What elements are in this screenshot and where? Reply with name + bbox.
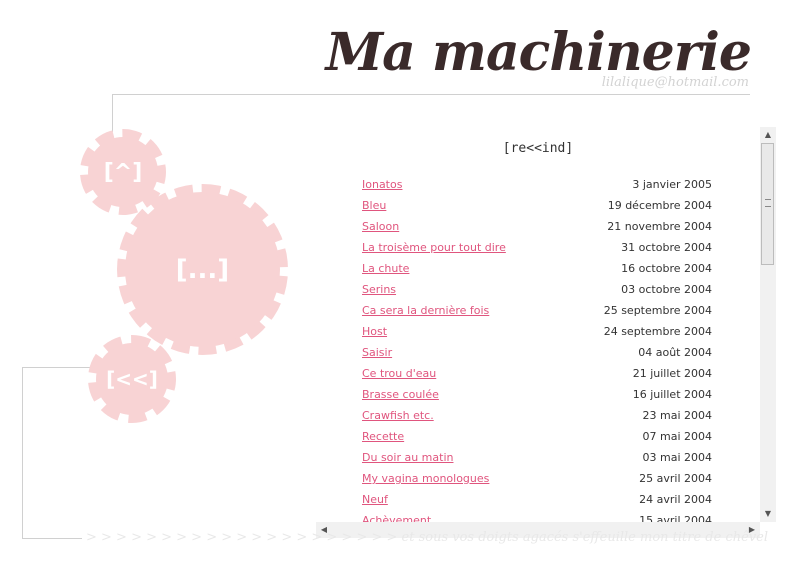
footer-tagline: > > > > > > > > > > > > > > > > > > > > … <box>86 530 768 545</box>
top-gear-button[interactable]: [^] <box>80 129 166 215</box>
frame-line-connector <box>22 367 92 368</box>
entry-date: 04 août 2004 <box>638 346 712 359</box>
entry-title-link[interactable]: Neuf <box>362 493 388 514</box>
scroll-thumb[interactable] <box>761 143 774 265</box>
entry-date: 24 avril 2004 <box>639 493 712 506</box>
entry-title-link[interactable]: Saisir <box>362 346 392 367</box>
list-item: Host 24 septembre 2004 <box>362 325 712 346</box>
entry-date: 24 septembre 2004 <box>603 325 712 338</box>
entry-title-link[interactable]: Crawfish etc. <box>362 409 434 430</box>
entry-date: 19 décembre 2004 <box>607 199 712 212</box>
email-address[interactable]: lilalique@hotmail.com <box>602 75 749 90</box>
back-gear-label: [<<] <box>106 367 158 391</box>
content-panel: [re<<ind] Ionatos 3 janvier 2005 Bleu 19 dé… <box>316 127 760 522</box>
site-title: Ma machinerie <box>325 22 752 83</box>
entry-date: 3 janvier 2005 <box>632 178 712 191</box>
grip-icon <box>765 199 771 207</box>
entry-title-link[interactable]: Brasse coulée <box>362 388 439 409</box>
entry-date: 25 avril 2004 <box>639 472 712 485</box>
list-item: Achèvement 15 avril 2004 <box>362 514 712 522</box>
main-gear: [...] <box>117 184 288 355</box>
section-heading: [re<<ind] <box>502 141 574 156</box>
list-item: Bleu 19 décembre 2004 <box>362 199 712 220</box>
entry-date: 07 mai 2004 <box>642 430 713 443</box>
list-item: Saisir 04 août 2004 <box>362 346 712 367</box>
frame-line-left-upper <box>112 94 113 132</box>
entry-date: 23 mai 2004 <box>642 409 713 422</box>
entry-date: 03 octobre 2004 <box>621 283 712 296</box>
frame-line-top <box>112 94 750 95</box>
scroll-down-arrow-icon[interactable]: ▼ <box>760 506 776 522</box>
entry-title-link[interactable]: Serins <box>362 283 396 304</box>
list-item: La troisème pour tout dire 31 octobre 200… <box>362 241 712 262</box>
entry-date: 31 octobre 2004 <box>621 241 712 254</box>
list-item: Ionatos 3 janvier 2005 <box>362 178 712 199</box>
entry-title-link[interactable]: La troisème pour tout dire <box>362 241 506 262</box>
list-item: Du soir au matin 03 mai 2004 <box>362 451 712 472</box>
list-item: Brasse coulée 16 juillet 2004 <box>362 388 712 409</box>
entry-date: 16 octobre 2004 <box>621 262 712 275</box>
entry-date: 21 juillet 2004 <box>632 367 712 380</box>
entry-title-link[interactable]: Host <box>362 325 387 346</box>
entry-title-link[interactable]: Recette <box>362 430 404 451</box>
entry-date: 03 mai 2004 <box>642 451 713 464</box>
entry-title-link[interactable]: Achèvement <box>362 514 431 522</box>
list-item: Saloon 21 novembre 2004 <box>362 220 712 241</box>
entry-title-link[interactable]: Saloon <box>362 220 399 241</box>
entry-date: 21 novembre 2004 <box>607 220 712 233</box>
entry-title-link[interactable]: My vagina monologues <box>362 472 489 493</box>
entry-title-link[interactable]: Bleu <box>362 199 386 220</box>
list-item: Neuf 24 avril 2004 <box>362 493 712 514</box>
top-gear-label: [^] <box>103 159 143 185</box>
entry-date: 25 septembre 2004 <box>603 304 712 317</box>
entry-title-link[interactable]: Ionatos <box>362 178 402 199</box>
list-item: Ce trou d'eau 21 juillet 2004 <box>362 367 712 388</box>
list-item: Serins 03 octobre 2004 <box>362 283 712 304</box>
list-item: Ca sera la dernière fois 25 septembre 200… <box>362 304 712 325</box>
frame-line-bottom <box>22 538 82 539</box>
scroll-up-arrow-icon[interactable]: ▲ <box>760 127 776 143</box>
back-gear-button[interactable]: [<<] <box>88 335 176 423</box>
main-gear-label: [...] <box>175 254 230 285</box>
entry-title-link[interactable]: Ca sera la dernière fois <box>362 304 489 325</box>
list-item: My vagina monologues 25 avril 2004 <box>362 472 712 493</box>
vertical-scrollbar[interactable]: ▲ ▼ <box>760 127 776 522</box>
entry-title-link[interactable]: Ce trou d'eau <box>362 367 436 388</box>
entry-title-link[interactable]: La chute <box>362 262 409 283</box>
entry-date: 16 juillet 2004 <box>632 388 712 401</box>
list-item: Recette 07 mai 2004 <box>362 430 712 451</box>
list-item: Crawfish etc. 23 mai 2004 <box>362 409 712 430</box>
list-item: La chute 16 octobre 2004 <box>362 262 712 283</box>
entry-list: Ionatos 3 janvier 2005 Bleu 19 décembre 200… <box>362 178 712 522</box>
entry-title-link[interactable]: Du soir au matin <box>362 451 453 472</box>
frame-line-left-lower <box>22 367 23 539</box>
entry-date: 15 avril 2004 <box>639 514 712 522</box>
